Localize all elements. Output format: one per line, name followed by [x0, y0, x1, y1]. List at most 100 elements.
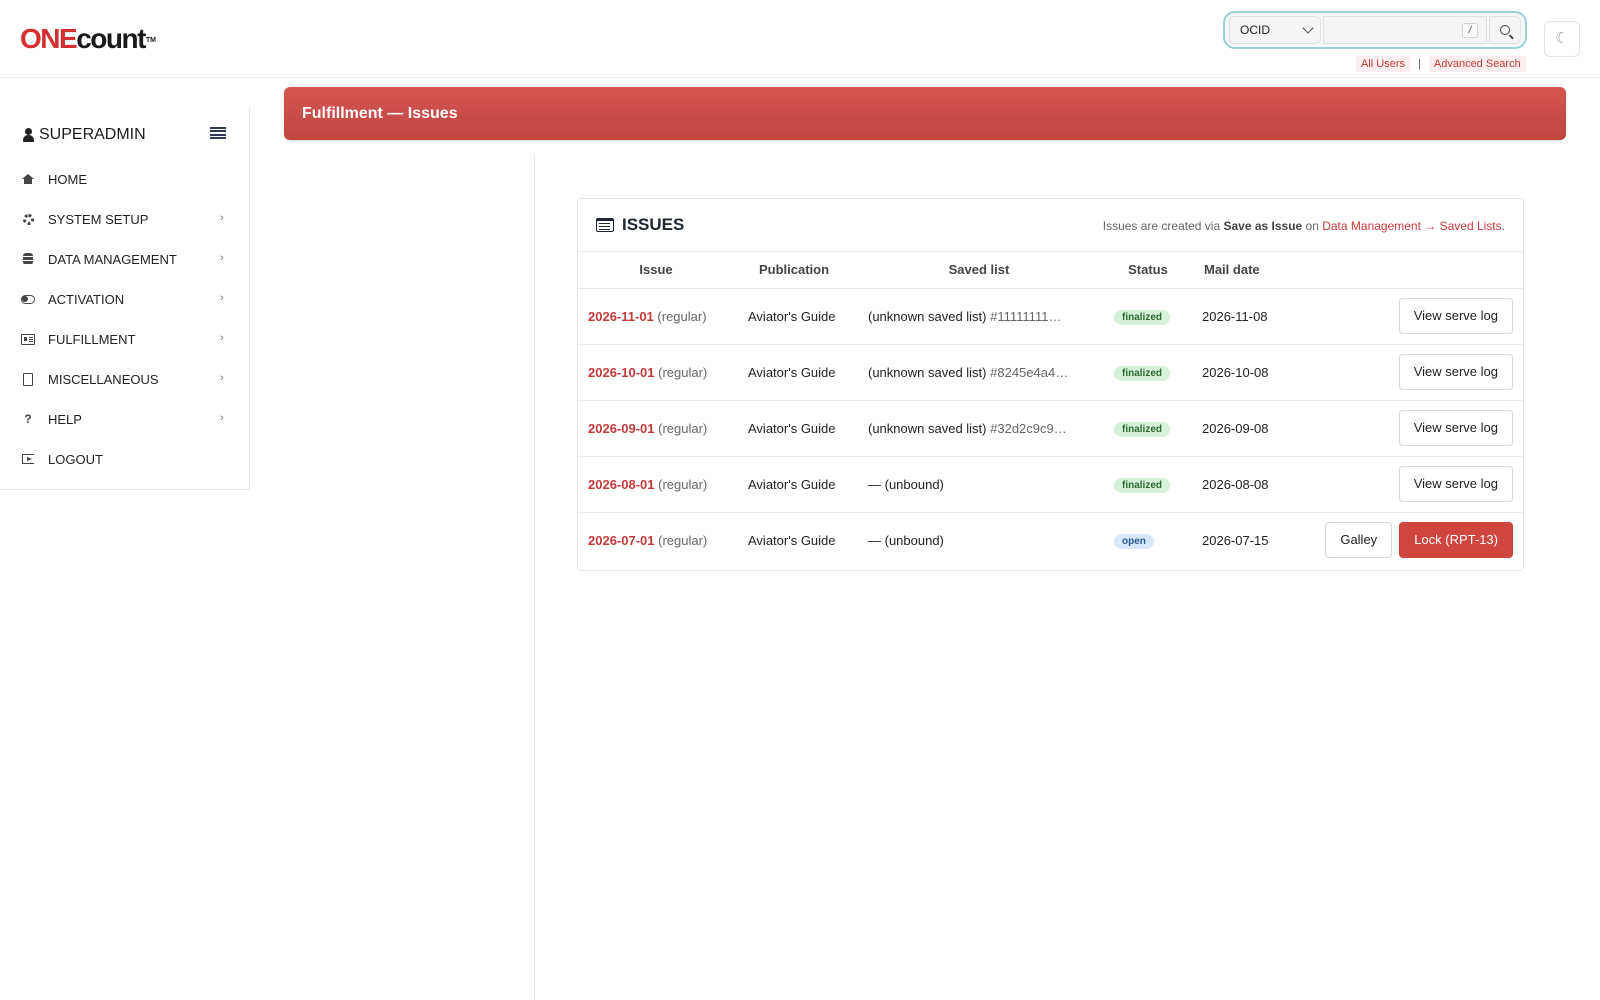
- newspaper-icon: [21, 332, 35, 346]
- gear-icon: [21, 212, 35, 226]
- link-separator: |: [1418, 58, 1421, 70]
- sidebar-collapse-icon[interactable]: [210, 127, 226, 139]
- list-icon: [596, 218, 614, 232]
- sidebar-item-label: MISCELLANEOUS: [48, 371, 159, 387]
- sidebar-item-miscellaneous[interactable]: MISCELLANEOUS ›: [0, 359, 249, 399]
- search-bar: OCID /: [1223, 11, 1527, 49]
- publication-cell: Aviator's Guide: [748, 308, 836, 324]
- mail-date-cell: 2026-11-08: [1202, 308, 1268, 324]
- search-input[interactable]: /: [1323, 16, 1487, 44]
- issue-kind: (regular): [658, 476, 708, 492]
- status-badge: finalized: [1114, 309, 1171, 325]
- issue-link[interactable]: 2026-08-01: [588, 477, 655, 492]
- column-divider: [534, 154, 535, 1000]
- view-serve-log-button[interactable]: View serve log: [1398, 298, 1513, 334]
- issue-kind: (regular): [658, 532, 708, 548]
- publication-cell: Aviator's Guide: [748, 532, 836, 548]
- view-serve-log-button[interactable]: View serve log: [1398, 354, 1513, 390]
- column-header-actions: [1302, 252, 1523, 289]
- sidebar-item-home[interactable]: HOME: [0, 159, 249, 199]
- column-header-saved-list[interactable]: Saved list: [854, 252, 1104, 289]
- status-badge: finalized: [1114, 477, 1171, 493]
- galley-button[interactable]: Galley: [1325, 522, 1393, 559]
- column-header-publication[interactable]: Publication: [734, 252, 854, 289]
- sidebar-item-label: FULFILLMENT: [48, 331, 136, 347]
- status-badge: finalized: [1114, 365, 1171, 381]
- issue-link[interactable]: 2026-07-01: [588, 533, 655, 548]
- lock-button[interactable]: Lock (RPT-13): [1399, 522, 1513, 559]
- column-header-status[interactable]: Status: [1104, 252, 1192, 289]
- page-title-bar: Fulfillment — Issues: [284, 87, 1566, 140]
- search-icon: [1500, 25, 1510, 35]
- note-action: Save as Issue: [1223, 219, 1303, 233]
- issues-card: ISSUES Issues are created via Save as Is…: [577, 198, 1524, 571]
- shortcut-key: /: [1462, 23, 1478, 38]
- saved-list-name: — (unbound): [868, 476, 944, 492]
- issues-title: ISSUES: [596, 215, 684, 235]
- view-serve-log-button[interactable]: View serve log: [1398, 466, 1513, 502]
- user-icon: [23, 128, 34, 142]
- search-links: All Users | Advanced Search: [1356, 56, 1526, 72]
- table-row: 2026-07-01 (regular) Aviator's Guide — (…: [578, 512, 1523, 568]
- saved-list-name: (unknown saved list): [868, 364, 987, 380]
- table-row: 2026-09-01 (regular) Aviator's Guide (un…: [578, 400, 1523, 456]
- status-badge: open: [1114, 533, 1154, 549]
- column-header-issue[interactable]: Issue: [578, 252, 734, 289]
- view-serve-log-button[interactable]: View serve log: [1398, 410, 1513, 446]
- logo-one: ONE: [20, 23, 78, 54]
- saved-list-hash: #11111111…: [990, 308, 1062, 324]
- sidebar-username: SUPERADMIN: [39, 126, 146, 143]
- theme-toggle-button[interactable]: ☾: [1544, 21, 1580, 57]
- sidebar-item-logout[interactable]: LOGOUT: [0, 439, 249, 479]
- saved-list-name: (unknown saved list): [868, 420, 987, 436]
- issues-note: Issues are created via Save as Issue on …: [1103, 219, 1505, 233]
- column-header-mail-date[interactable]: Mail date: [1192, 252, 1302, 289]
- publication-cell: Aviator's Guide: [748, 420, 836, 436]
- logo-count: count: [76, 23, 146, 54]
- sidebar-item-label: DATA MANAGEMENT: [48, 251, 177, 267]
- issue-link[interactable]: 2026-11-01: [588, 309, 654, 324]
- sidebar-item-fulfillment[interactable]: FULFILLMENT ›: [0, 319, 249, 359]
- sidebar-item-label: ACTIVATION: [48, 291, 125, 307]
- saved-lists-link[interactable]: Data Management → Saved Lists: [1322, 219, 1501, 233]
- chevron-right-icon: ›: [220, 292, 224, 304]
- sidebar-item-label: LOGOUT: [48, 451, 103, 467]
- note-prefix: Issues are created via: [1102, 219, 1224, 233]
- sidebar-item-data-management[interactable]: DATA MANAGEMENT ›: [0, 239, 249, 279]
- chevron-right-icon: ›: [220, 332, 224, 344]
- chevron-down-icon: [1302, 22, 1314, 34]
- issue-kind: (regular): [657, 308, 707, 324]
- issue-kind: (regular): [658, 420, 708, 436]
- sidebar-item-label: HOME: [48, 171, 87, 187]
- sidebar-item-label: SYSTEM SETUP: [48, 211, 149, 227]
- saved-list-hash: #32d2c9c9…: [990, 420, 1067, 436]
- publication-cell: Aviator's Guide: [748, 476, 836, 492]
- sidebar-item-label: HELP: [48, 411, 82, 427]
- page-title: Fulfillment — Issues: [302, 105, 458, 122]
- issue-link[interactable]: 2026-09-01: [588, 421, 655, 436]
- onecount-logo[interactable]: ONE count TM: [20, 25, 156, 53]
- advanced-search-link[interactable]: Advanced Search: [1428, 56, 1526, 72]
- sidebar-item-help[interactable]: ? HELP ›: [0, 399, 249, 439]
- file-icon: [21, 372, 35, 386]
- toggle-icon: [21, 292, 35, 306]
- top-bar: ONE count TM OCID / All Users | Advanced S…: [0, 0, 1600, 78]
- chevron-right-icon: ›: [220, 212, 224, 224]
- sidebar-item-system-setup[interactable]: SYSTEM SETUP ›: [0, 199, 249, 239]
- mail-date-cell: 2026-09-08: [1202, 420, 1269, 436]
- issues-title-text: ISSUES: [622, 215, 685, 234]
- sidebar-item-activation[interactable]: ACTIVATION ›: [0, 279, 249, 319]
- note-middle: on: [1302, 219, 1323, 233]
- search-type-select[interactable]: OCID: [1229, 16, 1321, 44]
- table-row: 2026-08-01 (regular) Aviator's Guide — (…: [578, 456, 1523, 512]
- mail-date-cell: 2026-10-08: [1202, 364, 1269, 380]
- table-row: 2026-11-01 (regular) Aviator's Guide (un…: [578, 288, 1523, 344]
- chevron-right-icon: ›: [220, 412, 224, 424]
- saved-list-name: — (unbound): [868, 532, 944, 548]
- all-users-link[interactable]: All Users: [1356, 56, 1411, 72]
- logo-tm: TM: [145, 37, 157, 44]
- search-button[interactable]: [1489, 16, 1521, 44]
- issue-link[interactable]: 2026-10-01: [588, 365, 655, 380]
- sidebar: SUPERADMIN HOME SYSTEM SETUP › DATA MANA…: [0, 107, 250, 490]
- logout-icon: [21, 452, 35, 466]
